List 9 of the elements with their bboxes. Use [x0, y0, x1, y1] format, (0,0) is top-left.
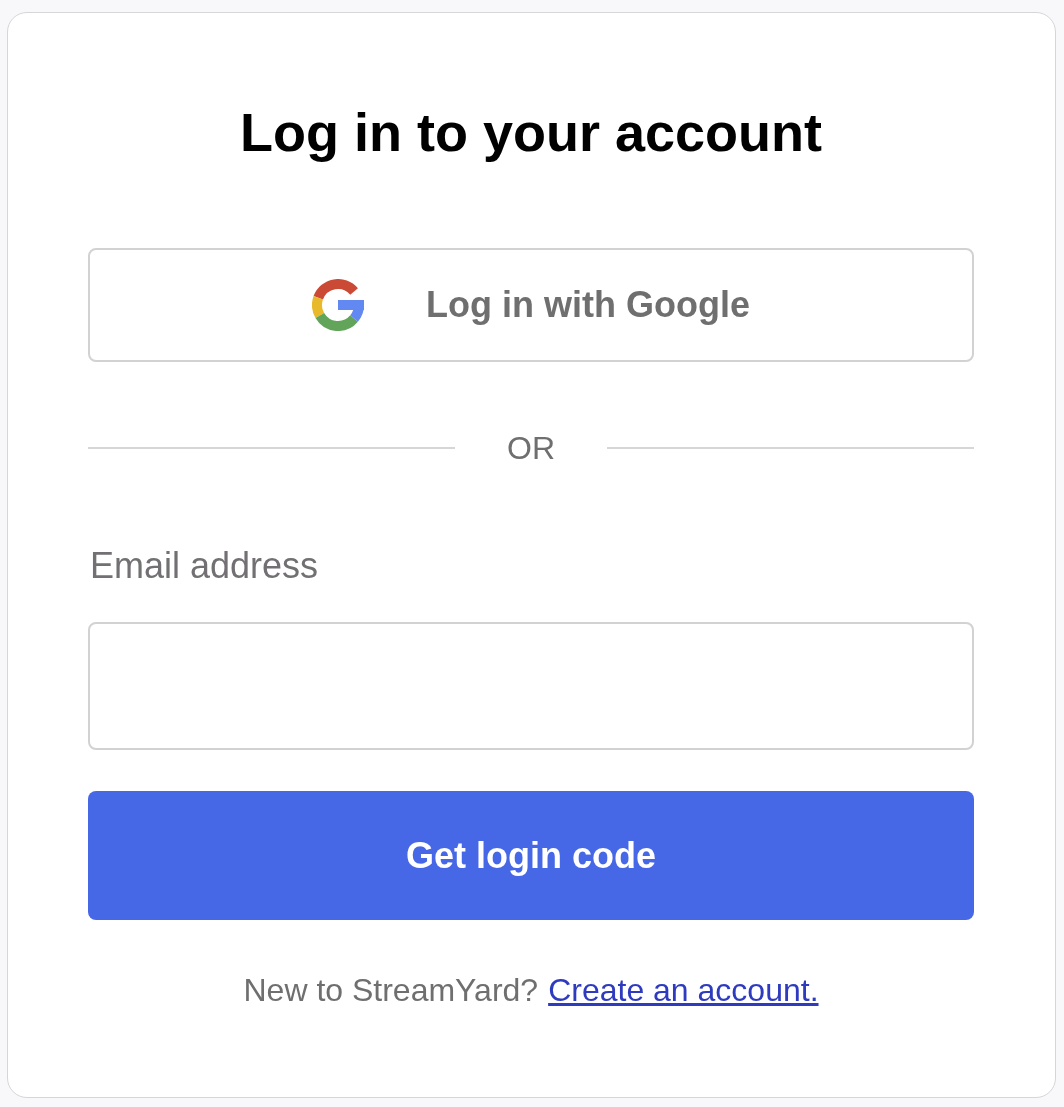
g-logo-icon — [312, 279, 364, 331]
new-account-prompt: New to StreamYard? — [243, 971, 539, 1010]
email-label: Email address — [89, 544, 320, 588]
or-divider-label: OR — [506, 429, 556, 467]
get-login-code-button[interactable]: Get login code — [88, 791, 974, 920]
page-title: Log in to your account — [239, 101, 823, 164]
email-input-field[interactable] — [88, 622, 974, 750]
create-account-link[interactable]: Create an account. — [548, 970, 819, 1010]
google-login-button[interactable]: Log in with Google — [88, 248, 974, 362]
